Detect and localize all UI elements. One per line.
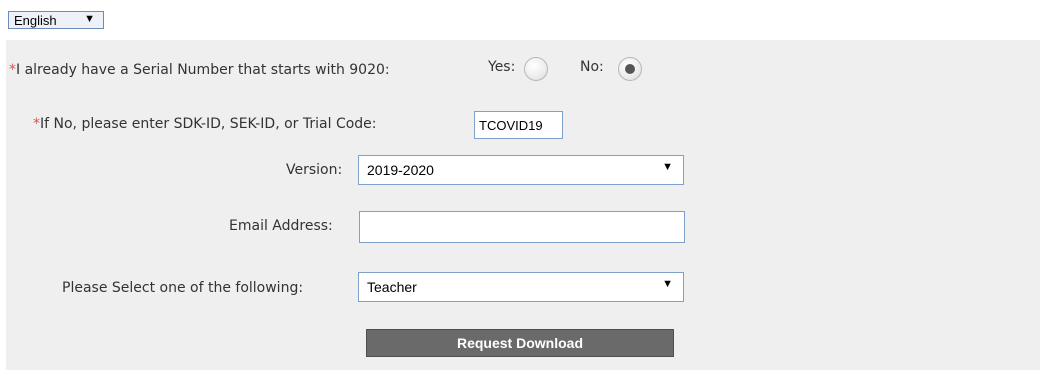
yes-radio-button[interactable] (524, 57, 548, 81)
trial-code-label-text: If No, please enter SDK-ID, SEK-ID, or T… (40, 116, 377, 132)
required-asterisk: * (33, 116, 40, 132)
serial-question-text: I already have a Serial Number that star… (16, 62, 390, 78)
chevron-down-icon: ▼ (84, 13, 95, 25)
role-select-value: Teacher (367, 279, 417, 295)
version-select[interactable]: 2019-2020 ▼ (358, 155, 684, 185)
trial-code-input[interactable] (474, 111, 563, 139)
role-label: Please Select one of the following: (62, 280, 304, 296)
no-radio-button[interactable] (618, 57, 642, 81)
role-select[interactable]: Teacher ▼ (358, 272, 684, 302)
trial-code-label: *If No, please enter SDK-ID, SEK-ID, or … (33, 116, 377, 132)
chevron-down-icon: ▼ (662, 278, 673, 290)
email-input[interactable] (359, 211, 685, 243)
email-label: Email Address: (229, 218, 333, 234)
version-label: Version: (286, 162, 343, 178)
language-select-value: English (14, 12, 57, 28)
version-select-value: 2019-2020 (367, 162, 434, 178)
language-select[interactable]: English ▼ (8, 11, 104, 29)
serial-question-label: *I already have a Serial Number that sta… (9, 62, 390, 78)
chevron-down-icon: ▼ (662, 161, 673, 173)
required-asterisk: * (9, 62, 16, 78)
yes-radio-label: Yes: (488, 59, 516, 75)
no-radio-label: No: (580, 59, 604, 75)
download-form-panel (6, 40, 1040, 370)
request-download-button[interactable]: Request Download (366, 329, 674, 357)
